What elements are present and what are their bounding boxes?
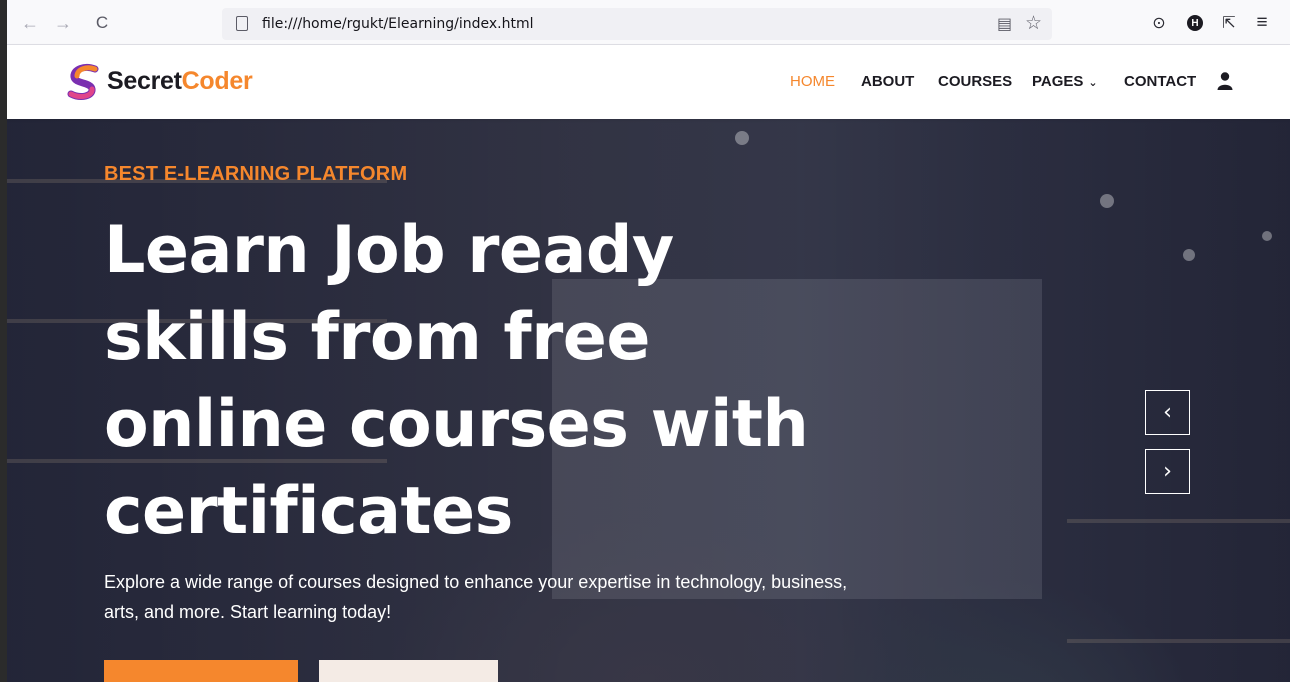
background-light <box>735 131 749 145</box>
chevron-right-icon: › <box>1163 459 1172 484</box>
chevron-down-icon: ⌄ <box>1088 77 1098 89</box>
hero-title: Learn Job ready skills from free online … <box>104 207 824 555</box>
hero-description: Explore a wide range of courses designed… <box>104 572 848 622</box>
hero-title-line: online courses with <box>104 387 809 462</box>
hero-carousel: BEST E-LEARNING PLATFORM Learn Job ready… <box>7 119 1290 682</box>
extensions-icon[interactable]: ⇱ <box>1216 10 1242 36</box>
window-edge <box>0 0 7 682</box>
menu-icon[interactable]: ≡ <box>1249 10 1275 36</box>
page-icon <box>236 16 248 31</box>
nav-home[interactable]: HOME <box>790 73 835 90</box>
user-icon[interactable] <box>1217 72 1233 90</box>
nav-courses[interactable]: COURSES <box>938 73 1012 90</box>
url-bar[interactable]: file:///home/rgukt/Elearning/index.html … <box>222 8 1052 40</box>
logo-text-primary: Secret <box>107 67 182 95</box>
reader-view-icon[interactable]: ▤ <box>997 14 1012 34</box>
nav-pages-label: PAGES <box>1032 73 1084 90</box>
logo-icon[interactable] <box>65 63 105 103</box>
hero-title-line: skills from free <box>104 300 650 375</box>
profile-badge-icon[interactable]: H <box>1182 10 1208 36</box>
background-shelf <box>1067 639 1290 643</box>
nav-contact[interactable]: CONTACT <box>1124 73 1196 90</box>
hero-secondary-button[interactable] <box>319 660 498 682</box>
profile-badge-letter: H <box>1187 15 1203 31</box>
logo-text-accent: Coder <box>181 67 253 95</box>
url-text[interactable]: file:///home/rgukt/Elearning/index.html <box>262 16 534 32</box>
carousel-prev-button[interactable]: ‹ <box>1145 390 1190 435</box>
reload-icon[interactable]: C <box>87 8 117 38</box>
background-light <box>1262 231 1272 241</box>
site-navbar: SecretCoder HOME ABOUT COURSES PAGES ⌄ CO… <box>7 45 1290 119</box>
hero-title-line: certificates <box>104 474 513 549</box>
hero-primary-button[interactable] <box>104 660 298 682</box>
nav-about[interactable]: ABOUT <box>861 73 914 90</box>
logo-text[interactable]: SecretCoder <box>107 67 253 96</box>
back-arrow-icon[interactable]: ← <box>15 8 45 38</box>
forward-arrow-icon[interactable]: → <box>48 8 78 38</box>
nav-pages[interactable]: PAGES ⌄ <box>1032 73 1098 90</box>
hero-eyebrow: BEST E-LEARNING PLATFORM <box>104 163 408 185</box>
chevron-left-icon: ‹ <box>1163 400 1172 425</box>
hero-title-line: Learn Job ready <box>104 213 674 288</box>
background-light <box>1100 194 1114 208</box>
background-light <box>1183 249 1195 261</box>
background-shelf <box>1067 519 1290 523</box>
pocket-icon[interactable]: ⊙ <box>1146 10 1172 36</box>
browser-toolbar: ← → C file:///home/rgukt/Elearning/index… <box>7 0 1290 45</box>
carousel-next-button[interactable]: › <box>1145 449 1190 494</box>
bookmark-star-icon[interactable]: ☆ <box>1025 12 1042 35</box>
